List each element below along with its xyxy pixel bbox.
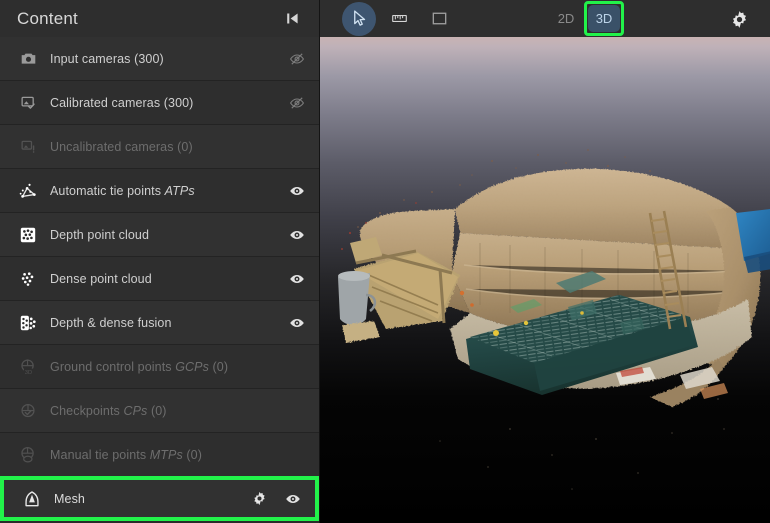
sidebar-item-checkpoints: Checkpoints CPs (0) [0,389,319,433]
tool-group [342,2,456,36]
visibility-visible-icon[interactable] [287,313,307,333]
manual-tie-points-icon [17,444,39,466]
sidebar-item-input-cameras[interactable]: Input cameras (300) [0,37,319,81]
row-actions [287,181,307,201]
sidebar-item-dense-point-cloud[interactable]: Dense point cloud [0,257,319,301]
row-actions [287,49,307,69]
checkpoint-icon [17,400,39,422]
sidebar-item-automatic-tie-points[interactable]: Automatic tie points ATPs [0,169,319,213]
sidebar-item-label: Depth & dense fusion [50,316,287,330]
sidebar-item-uncalibrated-cameras: Uncalibrated cameras (0) [0,125,319,169]
content-sidebar: Content Input cameras (300) [0,0,320,523]
tab-2d-view[interactable]: 2D [550,5,582,32]
visibility-visible-icon[interactable] [283,489,303,509]
sidebar-item-label: Checkpoints CPs (0) [50,404,307,418]
sidebar-item-ground-control-points: 3D Ground control points GCPs (0) [0,345,319,389]
viewport-settings-gear-icon[interactable] [726,6,752,32]
application-window: Content Input cameras (300) [0,0,770,523]
page-title: Content [17,9,279,29]
svg-text:3D: 3D [25,369,32,375]
visibility-visible-icon[interactable] [287,269,307,289]
sidebar-item-label: Ground control points GCPs (0) [50,360,307,374]
measure-tool-button[interactable] [382,2,416,36]
mesh-icon [21,488,43,510]
sidebar-item-manual-tie-points: Manual tie points MTPs (0) [0,433,319,477]
depth-dense-fusion-icon [17,312,39,334]
sidebar-item-label: Depth point cloud [50,228,287,242]
sidebar-item-label: Dense point cloud [50,272,287,286]
gcp-3d-icon: 3D [17,356,39,378]
visibility-hidden-icon[interactable] [287,49,307,69]
view-mode-toggle: 2D 3D [550,0,624,37]
excavation-pit-mesh[interactable] [320,37,770,523]
sidebar-item-mesh[interactable]: Mesh [0,476,319,521]
3d-viewport[interactable] [320,37,770,523]
sidebar-item-label: Manual tie points MTPs (0) [50,448,307,462]
visibility-visible-icon[interactable] [287,225,307,245]
sidebar-item-label: Automatic tie points ATPs [50,184,287,198]
row-actions [249,489,303,509]
content-item-list: Input cameras (300) [0,37,319,523]
crop-box-tool-button[interactable] [422,2,456,36]
collapse-panel-icon[interactable] [279,6,305,32]
sidebar-item-label: Input cameras (300) [50,52,287,66]
viewport-toolbar: 2D 3D [320,0,770,37]
sidebar-item-depth-dense-fusion[interactable]: Depth & dense fusion [0,301,319,345]
main-area: 2D 3D [320,0,770,523]
depth-point-cloud-icon [17,224,39,246]
camera-icon [17,48,39,70]
sidebar-item-label: Calibrated cameras (300) [50,96,287,110]
visibility-hidden-icon[interactable] [287,93,307,113]
tie-points-icon [17,180,39,202]
tab-3d-view-highlight: 3D [584,1,624,36]
sidebar-item-calibrated-cameras[interactable]: Calibrated cameras (300) [0,81,319,125]
sidebar-header: Content [0,0,319,37]
calibrated-camera-icon [17,92,39,114]
sidebar-item-label: Mesh [54,492,249,506]
uncalibrated-camera-icon [17,136,39,158]
row-actions [287,225,307,245]
mesh-settings-gear-icon[interactable] [249,489,269,509]
row-actions [287,269,307,289]
row-actions [287,313,307,333]
dense-point-cloud-icon [17,268,39,290]
row-actions [287,93,307,113]
tab-3d-view[interactable]: 3D [588,5,620,32]
select-tool-button[interactable] [342,2,376,36]
sidebar-item-label: Uncalibrated cameras (0) [50,140,307,154]
visibility-visible-icon[interactable] [287,181,307,201]
sidebar-item-depth-point-cloud[interactable]: Depth point cloud [0,213,319,257]
